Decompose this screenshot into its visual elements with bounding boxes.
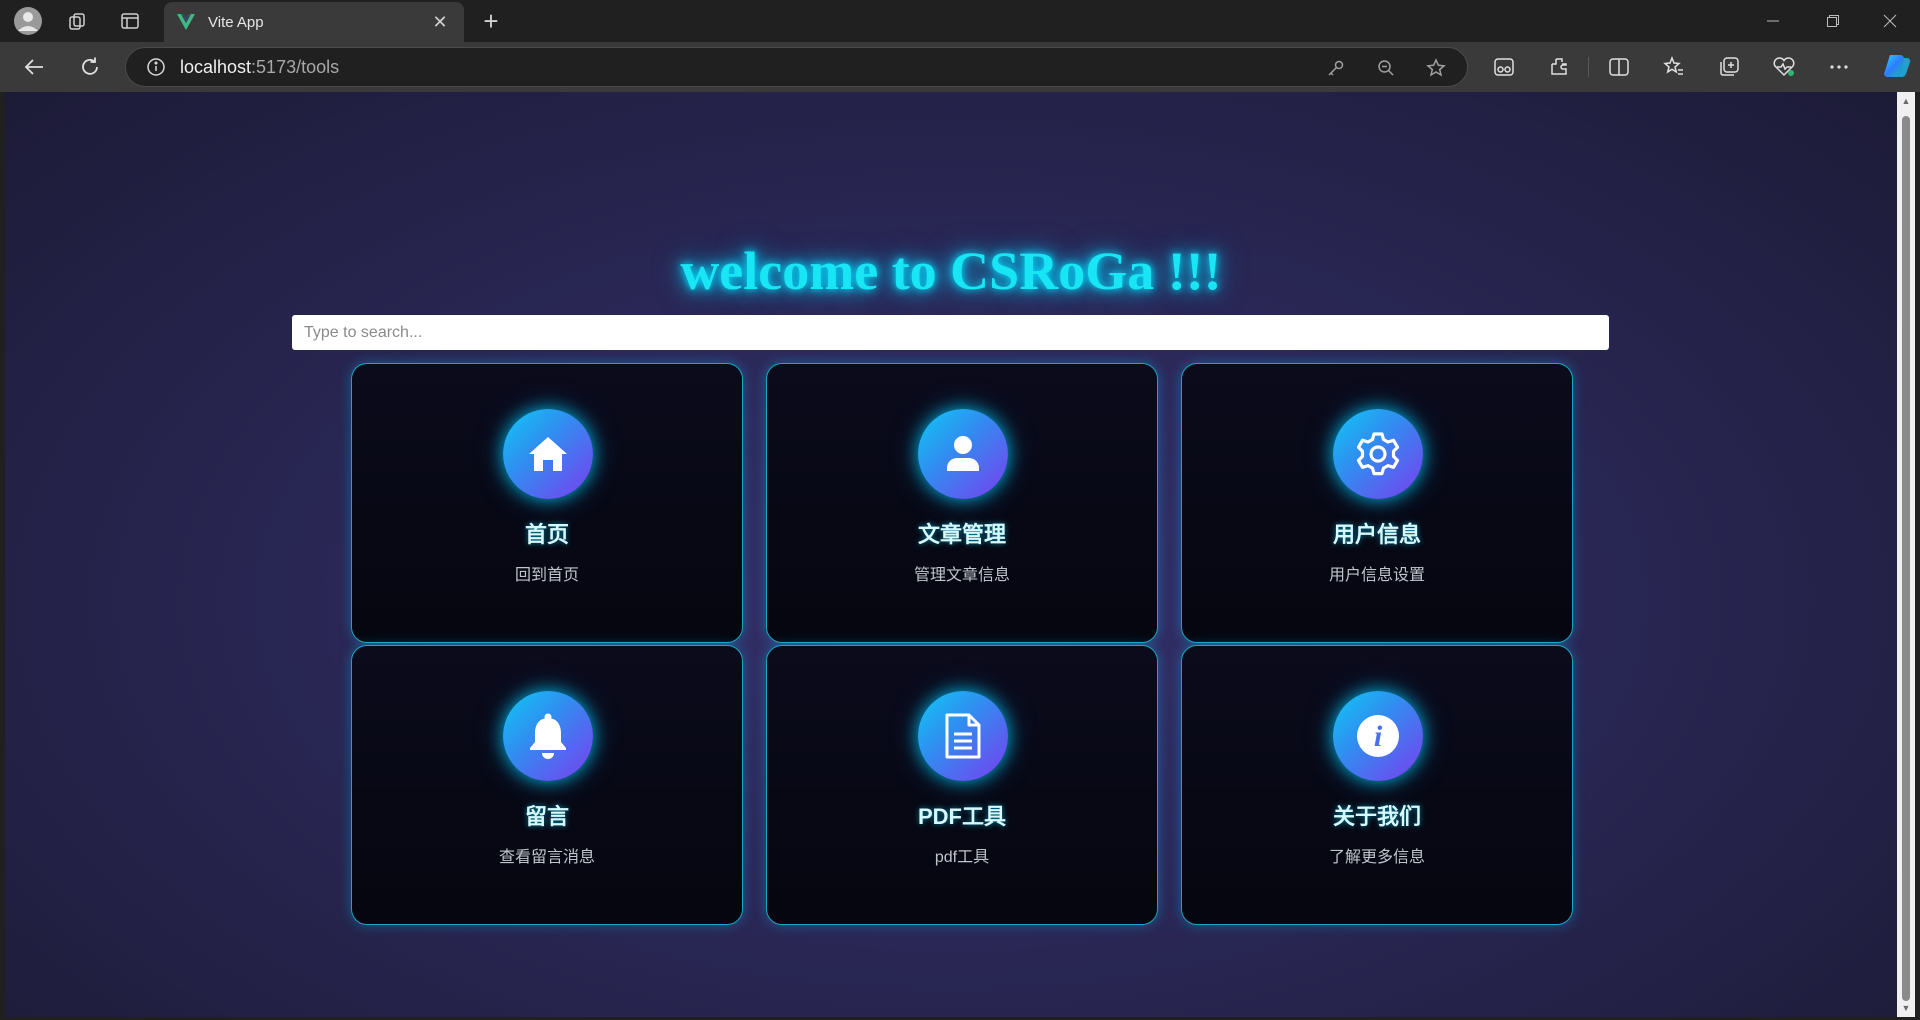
- split-screen-icon[interactable]: [1605, 53, 1633, 81]
- home-icon: [503, 409, 593, 499]
- active-tab[interactable]: Vite App ✕: [164, 2, 464, 42]
- page-title: welcome to CSRoGa !!!: [680, 241, 1222, 301]
- card-user-info[interactable]: 用户信息 用户信息设置: [1181, 363, 1573, 643]
- restore-icon[interactable]: [1810, 6, 1856, 36]
- tab-actions-icon[interactable]: [114, 7, 146, 35]
- favorite-star-icon[interactable]: [1424, 56, 1448, 80]
- page-viewport: welcome to CSRoGa !!! 首页 回到首页 文章管理 管理文章信…: [5, 92, 1897, 1017]
- card-description: 管理文章信息: [913, 567, 1010, 584]
- card-messages[interactable]: 留言 查看留言消息: [351, 645, 743, 925]
- close-tab-icon[interactable]: ✕: [428, 10, 452, 34]
- profile-avatar-icon[interactable]: [12, 7, 44, 35]
- toolbar-divider: [1588, 57, 1589, 77]
- gear-icon: [1333, 409, 1423, 499]
- vue-logo-icon: [177, 14, 195, 30]
- card-title: 用户信息: [1332, 522, 1421, 547]
- more-options-icon[interactable]: [1825, 53, 1853, 81]
- info-icon: i: [1333, 691, 1423, 781]
- zoom-out-icon[interactable]: [1374, 56, 1398, 80]
- svg-text:i: i: [1374, 720, 1383, 753]
- refresh-icon[interactable]: [74, 51, 106, 83]
- card-about-us[interactable]: i 关于我们 了解更多信息: [1181, 645, 1573, 925]
- card-title: 文章管理: [917, 522, 1006, 547]
- card-title: 关于我们: [1332, 804, 1421, 829]
- user-icon: [918, 409, 1008, 499]
- browser-toolbar: localhost:5173/tools: [0, 42, 1920, 92]
- card-description: 用户信息设置: [1328, 567, 1425, 584]
- extensions-icon[interactable]: [1545, 53, 1573, 81]
- tab-title: Vite App: [208, 13, 264, 31]
- scroll-thumb[interactable]: [1902, 116, 1910, 1001]
- search-input[interactable]: [292, 315, 1609, 350]
- url-path: :5173/tools: [251, 56, 340, 77]
- card-description: 查看留言消息: [498, 849, 595, 866]
- minimize-icon[interactable]: [1750, 6, 1796, 36]
- card-description: pdf工具: [934, 849, 990, 866]
- collections-icon[interactable]: [1715, 53, 1743, 81]
- back-arrow-icon[interactable]: [18, 51, 50, 83]
- card-home[interactable]: 首页 回到首页: [351, 363, 743, 643]
- card-pdf-tools[interactable]: PDF工具 pdf工具: [766, 645, 1158, 925]
- browser-essentials-icon[interactable]: [1770, 53, 1798, 81]
- close-window-icon[interactable]: [1867, 6, 1913, 36]
- scroll-down-arrow-icon[interactable]: ▼: [1901, 1003, 1911, 1013]
- card-title: 首页: [524, 522, 569, 547]
- favorites-icon[interactable]: [1660, 53, 1688, 81]
- tab-bar: Vite App ✕ +: [0, 0, 1920, 42]
- bell-icon: [503, 691, 593, 781]
- card-title: PDF工具: [917, 804, 1006, 829]
- site-info-icon[interactable]: [146, 57, 166, 77]
- new-tab-icon[interactable]: +: [475, 6, 507, 36]
- page-scrollbar[interactable]: ▲ ▼: [1897, 92, 1915, 1017]
- key-icon[interactable]: [1324, 56, 1348, 80]
- url-host: localhost: [180, 56, 252, 77]
- card-description: 了解更多信息: [1328, 849, 1425, 866]
- card-description: 回到首页: [514, 567, 579, 584]
- workspaces-icon[interactable]: [61, 7, 93, 35]
- copilot-icon[interactable]: [1880, 50, 1912, 82]
- document-icon: [918, 691, 1008, 781]
- address-bar[interactable]: localhost:5173/tools: [125, 47, 1468, 87]
- reading-mode-icon[interactable]: [1490, 53, 1518, 81]
- card-title: 留言: [524, 804, 569, 829]
- scroll-up-arrow-icon[interactable]: ▲: [1901, 96, 1911, 106]
- card-articles[interactable]: 文章管理 管理文章信息: [766, 363, 1158, 643]
